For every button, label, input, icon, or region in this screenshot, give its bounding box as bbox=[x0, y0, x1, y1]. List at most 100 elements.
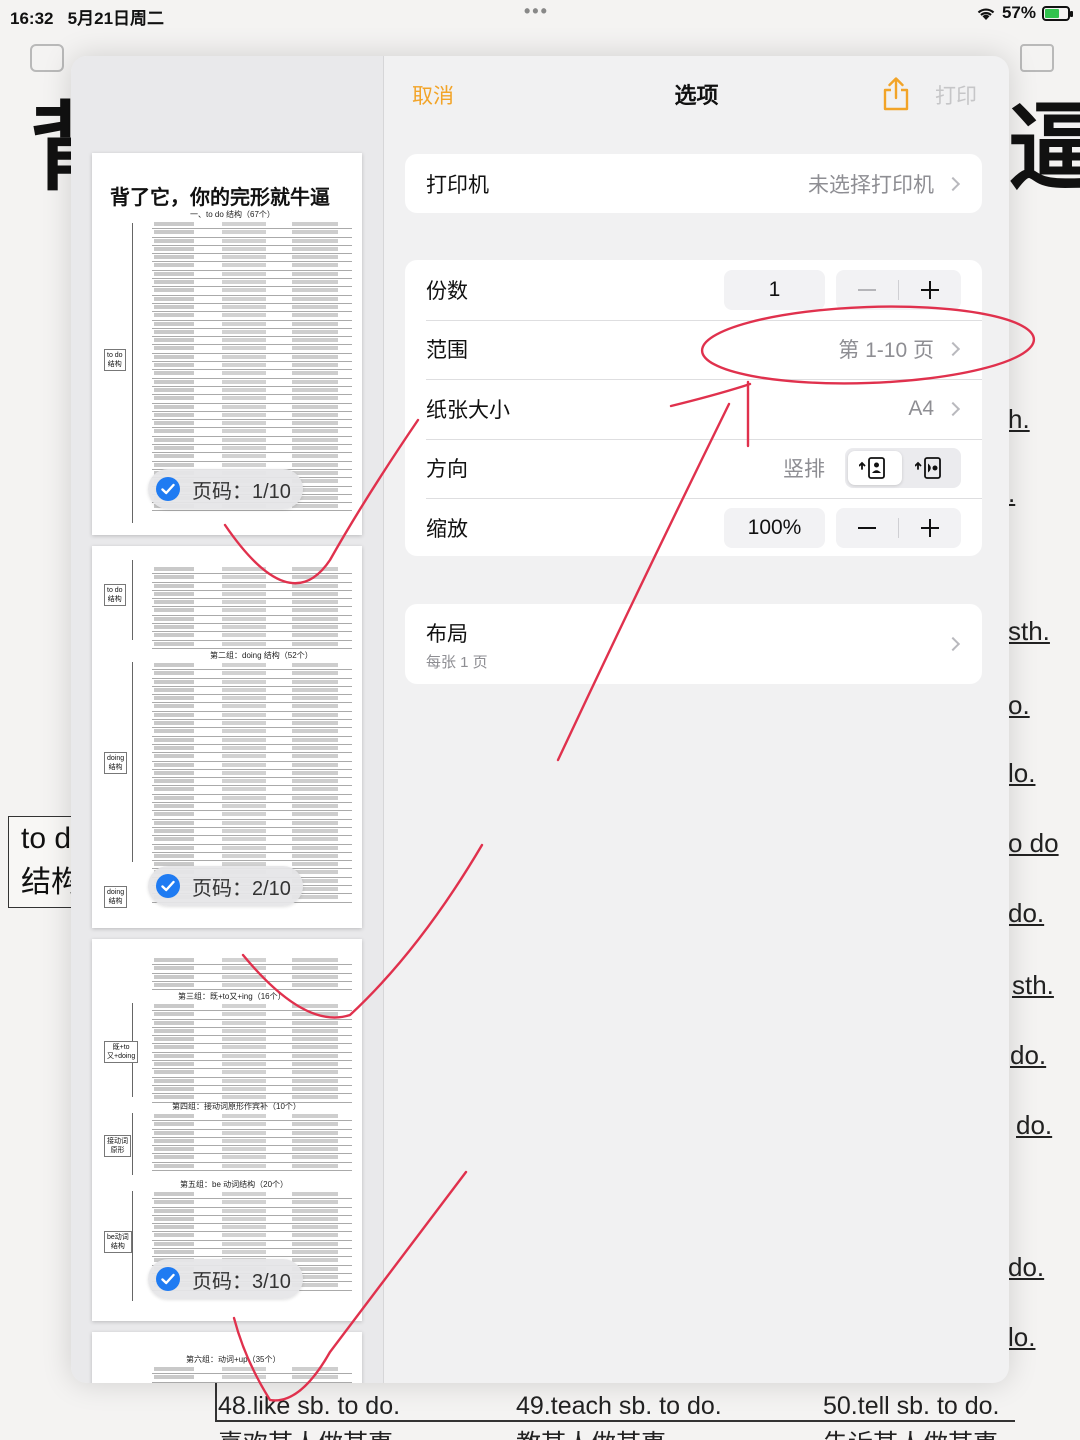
preview-bracket bbox=[132, 560, 152, 640]
options-header: 取消 选项 打印 bbox=[384, 56, 1009, 136]
plus-icon[interactable] bbox=[899, 270, 961, 310]
print-settings-card: 份数 1 范围 第 1-10 页 纸张大小 A4 方向 竖排 缩放 100% bbox=[405, 260, 982, 556]
cancel-button[interactable]: 取消 bbox=[412, 80, 454, 110]
plus-icon[interactable] bbox=[899, 508, 961, 548]
bg-fragment: lo. bbox=[1008, 1322, 1036, 1352]
landscape-orientation-icon[interactable] bbox=[904, 451, 958, 485]
page-badge-2[interactable]: 页码：2/10 bbox=[148, 866, 303, 906]
copies-row: 份数 1 bbox=[405, 260, 982, 320]
preview-tag: doing 结构 bbox=[104, 886, 128, 908]
chevron-right-icon bbox=[945, 401, 961, 416]
bg-bottom-item-cn: 告诉某人做某事 bbox=[823, 1424, 998, 1440]
range-row[interactable]: 范围 第 1-10 页 bbox=[405, 319, 982, 380]
preview-page-3[interactable]: 第三组：既+to又+ing（16个） 既+to 又+doing 第四组：接动词原… bbox=[92, 939, 362, 1321]
printer-label: 打印机 bbox=[426, 173, 489, 197]
orientation-segmented-control[interactable] bbox=[845, 448, 961, 489]
copies-stepper[interactable] bbox=[836, 269, 961, 310]
battery-percent: 57% bbox=[1001, 3, 1036, 22]
status-time: 16:32 5月21日周二 bbox=[10, 9, 165, 28]
bg-fragment: do. bbox=[1016, 1110, 1053, 1140]
preview-tag: to do 结构 bbox=[104, 584, 126, 606]
paper-size-value: A4 bbox=[908, 396, 934, 420]
print-preview-pane[interactable]: 背了它，你的完形就牛逼 一、to do 结构（67个） to do 结构 页码：… bbox=[71, 56, 384, 1383]
printer-row[interactable]: 打印机 未选择打印机 bbox=[405, 154, 982, 213]
chevron-right-icon bbox=[945, 176, 961, 191]
checkmark-icon bbox=[156, 477, 180, 501]
page-badge-label: 页码：2/10 bbox=[192, 877, 291, 900]
page-badge-1[interactable]: 页码：1/10 bbox=[148, 469, 303, 509]
copies-label: 份数 bbox=[426, 279, 468, 303]
preview-text-lines bbox=[152, 221, 352, 512]
scale-stepper[interactable] bbox=[836, 507, 961, 548]
share-icon[interactable] bbox=[880, 76, 912, 112]
page-badge-label: 页码：3/10 bbox=[192, 1270, 291, 1293]
preview-text-lines bbox=[152, 566, 352, 649]
portrait-orientation-icon[interactable] bbox=[848, 451, 902, 486]
preview-section-heading: 一、to do 结构（67个） bbox=[190, 210, 275, 219]
battery-icon bbox=[1042, 5, 1073, 21]
wifi-icon bbox=[977, 7, 995, 20]
scale-row: 缩放 100% bbox=[405, 498, 982, 556]
preview-text-lines bbox=[152, 1366, 352, 1383]
print-options-sheet: 背了它，你的完形就牛逼 一、to do 结构（67个） to do 结构 页码：… bbox=[71, 56, 1009, 1383]
bg-bottom-item: 49.teach sb. to do. bbox=[516, 1392, 722, 1420]
minus-icon[interactable] bbox=[836, 270, 898, 310]
print-button[interactable]: 打印 bbox=[935, 80, 977, 110]
preview-doc-title: 背了它，你的完形就牛逼 bbox=[110, 187, 330, 209]
preview-section-heading: 第五组：be 动词结构（20个） bbox=[180, 1180, 289, 1189]
layout-card[interactable]: 布局 每张 1 页 bbox=[405, 604, 982, 684]
status-bar: 16:32 5月21日周二 ••• 57% bbox=[0, 0, 1080, 28]
preview-page-2[interactable]: to do 结构 第二组：doing 结构（52个） doing 结构 doin… bbox=[92, 546, 362, 928]
preview-bracket bbox=[132, 662, 152, 862]
preview-tag: to do 结构 bbox=[104, 349, 126, 371]
bg-bottom-item: 48.like sb. to do. bbox=[218, 1392, 401, 1420]
preview-tag: 既+to 又+doing bbox=[104, 1041, 139, 1063]
preview-bracket bbox=[132, 1113, 152, 1175]
scale-label: 缩放 bbox=[426, 517, 468, 541]
scale-field[interactable]: 100% bbox=[724, 507, 825, 548]
chevron-right-icon bbox=[945, 636, 961, 652]
page-badge-label: 页码：1/10 bbox=[192, 480, 291, 503]
layout-label: 布局 bbox=[426, 623, 468, 646]
preview-page-1[interactable]: 背了它，你的完形就牛逼 一、to do 结构（67个） to do 结构 页码：… bbox=[92, 153, 362, 535]
copies-field[interactable]: 1 bbox=[724, 269, 825, 310]
status-right: 57% bbox=[976, 3, 1073, 23]
bg-fragment: do. bbox=[1008, 898, 1045, 928]
bg-fragment: h. bbox=[1008, 404, 1030, 434]
preview-text-lines bbox=[152, 957, 352, 991]
checkmark-icon bbox=[156, 874, 180, 898]
preview-text-lines bbox=[152, 1113, 352, 1172]
bg-bottom-item: 50.tell sb. to do. bbox=[823, 1392, 1000, 1420]
bg-fragment: do. bbox=[1010, 1040, 1047, 1070]
preview-tag: be动词 结构 bbox=[104, 1231, 132, 1253]
preview-page-4[interactable]: 第六组：动词+up（35个） bbox=[92, 1332, 362, 1383]
preview-section-heading: 第六组：动词+up（35个） bbox=[186, 1355, 281, 1364]
bg-title-right: 逼 bbox=[1008, 92, 1080, 204]
preview-bracket bbox=[132, 223, 152, 523]
range-value: 第 1-10 页 bbox=[838, 339, 934, 363]
printer-card[interactable]: 打印机 未选择打印机 bbox=[405, 154, 982, 213]
preview-tag: 接动词 原形 bbox=[104, 1135, 131, 1157]
preview-tag: doing 结构 bbox=[104, 752, 128, 774]
checkmark-icon bbox=[156, 1267, 180, 1291]
bg-fragment: sth. bbox=[1008, 616, 1050, 646]
bg-bottom-item-cn: 教某人做某事 bbox=[516, 1424, 666, 1440]
minus-icon[interactable] bbox=[836, 508, 898, 548]
orientation-value: 竖排 bbox=[783, 458, 825, 482]
preview-text-lines bbox=[152, 1003, 352, 1103]
bg-fragment: . bbox=[1008, 478, 1016, 508]
printer-value: 未选择打印机 bbox=[808, 173, 934, 197]
multitasking-dots-icon[interactable]: ••• bbox=[524, 1, 549, 22]
preview-section-heading: 第三组：既+to又+ing（16个） bbox=[178, 992, 286, 1001]
preview-section-heading: 第四组：接动词原形作宾补（10个） bbox=[172, 1102, 301, 1111]
sidebar-icon[interactable] bbox=[30, 44, 64, 72]
page-badge-3[interactable]: 页码：3/10 bbox=[148, 1259, 303, 1299]
options-title: 选项 bbox=[674, 83, 719, 108]
compose-icon[interactable] bbox=[1020, 44, 1054, 72]
bg-fragment: sth. bbox=[1012, 970, 1054, 1000]
layout-subtitle: 每张 1 页 bbox=[426, 654, 488, 671]
layout-row[interactable]: 布局 每张 1 页 bbox=[405, 604, 982, 684]
paper-size-row[interactable]: 纸张大小 A4 bbox=[405, 379, 982, 439]
bg-divider bbox=[215, 1383, 217, 1420]
preview-section-heading: 第二组：doing 结构（52个） bbox=[210, 651, 313, 660]
